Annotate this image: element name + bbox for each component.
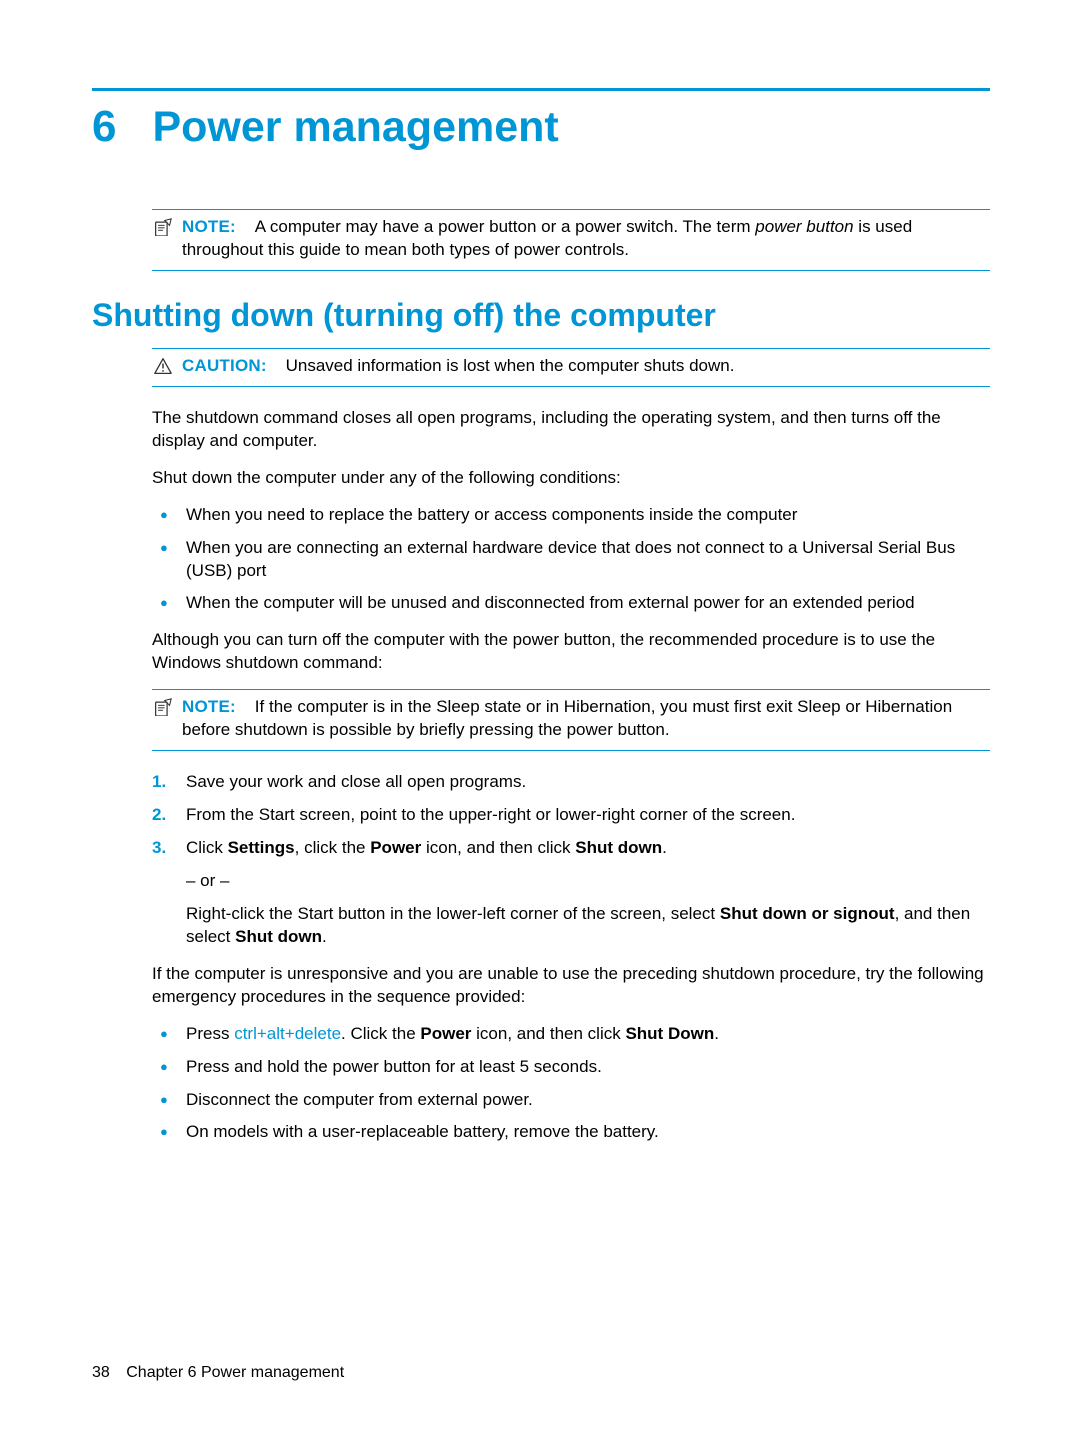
- paragraph: Shut down the computer under any of the …: [152, 467, 990, 490]
- caution-label: CAUTION:: [182, 356, 267, 375]
- steps-list: Save your work and close all open progra…: [152, 771, 990, 860]
- conditions-list: When you need to replace the battery or …: [152, 504, 990, 616]
- page: 6 Power management NOTE: A compute: [0, 0, 1080, 1437]
- list-item: When the computer will be unused and dis…: [152, 592, 990, 615]
- caution-callout: CAUTION: Unsaved information is lost whe…: [152, 348, 990, 387]
- list-item: When you need to replace the battery or …: [152, 504, 990, 527]
- chapter-number: 6: [92, 105, 116, 149]
- footer: 38 Chapter 6 Power management: [92, 1364, 344, 1382]
- paragraph: If the computer is unresponsive and you …: [152, 963, 990, 1009]
- note-text: NOTE: If the computer is in the Sleep st…: [182, 696, 990, 742]
- top-rule: [92, 88, 990, 91]
- chapter-title: Power management: [152, 106, 558, 149]
- page-number: 38: [92, 1364, 110, 1381]
- step-item: Click Settings, click the Power icon, an…: [152, 837, 990, 860]
- caution-text: CAUTION: Unsaved information is lost whe…: [182, 355, 734, 378]
- list-item: When you are connecting an external hard…: [152, 537, 990, 583]
- emergency-list: Press ctrl+alt+delete. Click the Power i…: [152, 1023, 990, 1145]
- content-block: NOTE: A computer may have a power button…: [152, 209, 990, 1144]
- note-label: NOTE:: [182, 697, 236, 716]
- chapter-heading: 6 Power management: [92, 105, 990, 149]
- note-icon: [152, 696, 174, 716]
- paragraph: The shutdown command closes all open pro…: [152, 407, 990, 453]
- note-label: NOTE:: [182, 217, 236, 236]
- note-callout: NOTE: If the computer is in the Sleep st…: [152, 689, 990, 751]
- note-callout: NOTE: A computer may have a power button…: [152, 209, 990, 271]
- note-text: NOTE: A computer may have a power button…: [182, 216, 990, 262]
- or-separator: – or –: [152, 870, 990, 893]
- list-item: On models with a user-replaceable batter…: [152, 1121, 990, 1144]
- step-item: From the Start screen, point to the uppe…: [152, 804, 990, 827]
- footer-text: Chapter 6 Power management: [126, 1364, 344, 1381]
- step-alt: Right-click the Start button in the lowe…: [152, 903, 990, 949]
- section-title: Shutting down (turning off) the computer: [92, 297, 990, 334]
- paragraph: Although you can turn off the computer w…: [152, 629, 990, 675]
- list-item: Press and hold the power button for at l…: [152, 1056, 990, 1079]
- list-item: Press ctrl+alt+delete. Click the Power i…: [152, 1023, 990, 1046]
- list-item: Disconnect the computer from external po…: [152, 1089, 990, 1112]
- note-icon: [152, 216, 174, 236]
- step-item: Save your work and close all open progra…: [152, 771, 990, 794]
- caution-icon: [152, 355, 174, 375]
